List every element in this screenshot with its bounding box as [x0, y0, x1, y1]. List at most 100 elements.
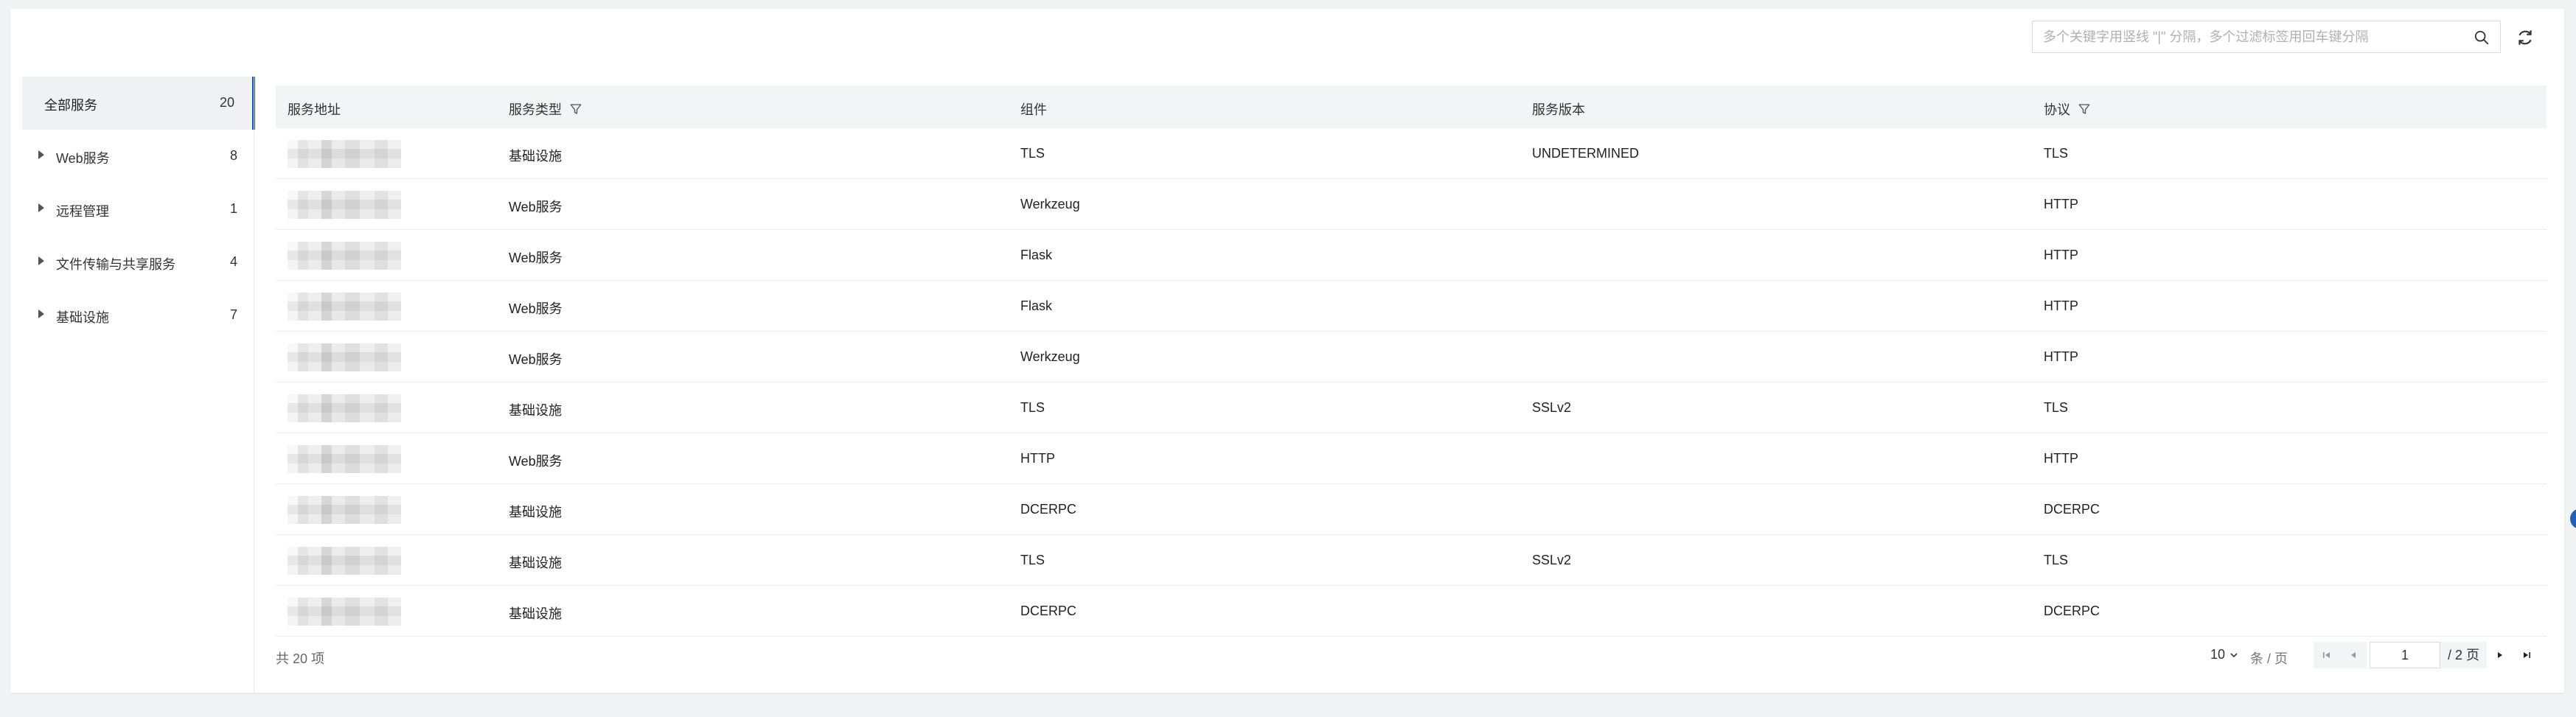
prev-page-button[interactable] — [2340, 642, 2367, 668]
cell-type: Web服务 — [509, 301, 563, 316]
sidebar-item-file-transfer[interactable]: 文件传输与共享服务 4 — [22, 236, 255, 289]
masked-address — [288, 242, 401, 270]
cell-version: SSLv2 — [1532, 553, 1572, 567]
column-label: 服务版本 — [1532, 102, 1585, 117]
cell-type: Web服务 — [509, 251, 563, 265]
expand-arrow-icon[interactable] — [38, 203, 44, 212]
column-label: 服务类型 — [509, 102, 562, 117]
cell-protocol: DCERPC — [2044, 502, 2100, 517]
page-number-input[interactable] — [2370, 642, 2440, 668]
cell-protocol: HTTP — [2044, 349, 2078, 364]
masked-address — [288, 598, 401, 626]
cell-protocol: HTTP — [2044, 298, 2078, 313]
sidebar-item-label: 远程管理 — [56, 204, 109, 219]
cell-component: TLS — [1020, 146, 1045, 161]
sidebar-item-count: 20 — [219, 95, 234, 110]
masked-address — [288, 445, 401, 473]
filter-icon[interactable] — [2078, 102, 2091, 116]
search-icon[interactable] — [2474, 29, 2490, 46]
cell-component: DCERPC — [1020, 604, 1077, 618]
cell-type: 基础设施 — [509, 403, 562, 418]
sidebar-item-label: Web服务 — [56, 151, 110, 166]
masked-address — [288, 343, 401, 371]
expand-arrow-icon[interactable] — [38, 256, 44, 265]
table-row[interactable]: 基础设施 TLS UNDETERMINED TLS — [276, 128, 2547, 179]
search-input[interactable] — [2043, 21, 2456, 52]
cell-component: Werkzeug — [1020, 349, 1080, 364]
per-page-label: 条 / 页 — [2250, 651, 2288, 666]
services-table: 服务地址 服务类型 组件 服务版本 协议 基础设施 TLS UNDETERMIN… — [276, 85, 2547, 637]
table-row[interactable]: Web服务 Flask HTTP — [276, 230, 2547, 281]
column-header-version: 服务版本 — [1532, 99, 1585, 119]
first-page-icon — [2323, 652, 2330, 658]
cell-protocol: TLS — [2044, 400, 2069, 415]
next-page-button[interactable] — [2487, 642, 2513, 668]
column-header-protocol: 协议 — [2044, 99, 2091, 119]
sidebar-item-count: 4 — [229, 254, 237, 269]
pagination: / 2 页 — [2314, 641, 2540, 669]
cell-type: Web服务 — [509, 454, 563, 469]
cell-type: Web服务 — [509, 200, 563, 214]
refresh-icon[interactable] — [2516, 28, 2535, 47]
cell-component: TLS — [1020, 400, 1045, 415]
cell-type: 基础设施 — [509, 606, 562, 621]
column-header-component: 组件 — [1020, 99, 1047, 119]
table-row[interactable]: 基础设施 DCERPC DCERPC — [276, 586, 2547, 637]
first-page-button[interactable] — [2314, 642, 2340, 668]
column-header-address: 服务地址 — [288, 99, 341, 119]
last-page-icon — [2524, 652, 2531, 658]
cell-component: Werkzeug — [1020, 197, 1080, 211]
sidebar-item-label: 基础设施 — [56, 310, 109, 325]
expand-arrow-icon[interactable] — [38, 309, 44, 318]
table-row[interactable]: 基础设施 TLS SSLv2 TLS — [276, 535, 2547, 586]
cell-component: HTTP — [1020, 451, 1055, 466]
sidebar-item-count: 8 — [229, 148, 237, 163]
sidebar-item-label: 全部服务 — [44, 98, 97, 113]
table-row[interactable]: 基础设施 DCERPC DCERPC — [276, 484, 2547, 535]
cell-type: 基础设施 — [509, 556, 562, 570]
table-row[interactable]: 基础设施 TLS SSLv2 TLS — [276, 382, 2547, 433]
prev-page-icon — [2351, 652, 2356, 658]
total-pages-label: / 2 页 — [2440, 642, 2488, 668]
column-label: 组件 — [1020, 102, 1047, 117]
cell-component: Flask — [1020, 298, 1053, 313]
cell-component: TLS — [1020, 553, 1045, 567]
cell-protocol: TLS — [2044, 146, 2069, 161]
sidebar-item-all-services[interactable]: 全部服务 20 — [22, 77, 255, 130]
table-row[interactable]: Web服务 Werkzeug HTTP — [276, 179, 2547, 230]
sidebar-item-infrastructure[interactable]: 基础设施 7 — [22, 289, 255, 342]
column-label: 服务地址 — [288, 102, 341, 117]
cell-protocol: DCERPC — [2044, 604, 2100, 618]
masked-address — [288, 547, 401, 575]
chevron-down-icon — [2230, 652, 2238, 657]
masked-address — [288, 191, 401, 219]
table-row[interactable]: Web服务 Flask HTTP — [276, 281, 2547, 332]
cell-type: 基础设施 — [509, 505, 562, 520]
sidebar-item-label: 文件传输与共享服务 — [56, 257, 175, 272]
cell-type: Web服务 — [509, 352, 563, 367]
cell-component: Flask — [1020, 248, 1053, 262]
sidebar-item-count: 7 — [229, 307, 237, 322]
cell-version: UNDETERMINED — [1532, 146, 1640, 161]
last-page-button[interactable] — [2513, 642, 2540, 668]
total-count: 共 20 项 — [276, 651, 325, 666]
masked-address — [288, 293, 401, 321]
cell-protocol: HTTP — [2044, 451, 2078, 466]
masked-address — [288, 140, 401, 168]
service-category-sidebar: 全部服务 20 Web服务 8 远程管理 1 文件传输与共享服务 4 基础设施 … — [22, 77, 255, 342]
table-row[interactable]: Web服务 HTTP HTTP — [276, 433, 2547, 484]
filter-icon[interactable] — [569, 102, 582, 116]
table-header: 服务地址 服务类型 组件 服务版本 协议 — [276, 85, 2547, 128]
cell-protocol: HTTP — [2044, 248, 2078, 262]
table-row[interactable]: Web服务 Werkzeug HTTP — [276, 332, 2547, 382]
page-size-select[interactable]: 10 — [2210, 647, 2238, 662]
column-label: 协议 — [2044, 102, 2070, 117]
cell-protocol: HTTP — [2044, 197, 2078, 211]
expand-arrow-icon[interactable] — [38, 150, 44, 159]
floating-helper-tab[interactable] — [2570, 508, 2576, 529]
next-page-icon — [2498, 652, 2503, 658]
search-box[interactable] — [2032, 21, 2501, 53]
sidebar-item-web-services[interactable]: Web服务 8 — [22, 130, 255, 183]
sidebar-item-remote-management[interactable]: 远程管理 1 — [22, 183, 255, 236]
page-size-value: 10 — [2210, 647, 2226, 662]
